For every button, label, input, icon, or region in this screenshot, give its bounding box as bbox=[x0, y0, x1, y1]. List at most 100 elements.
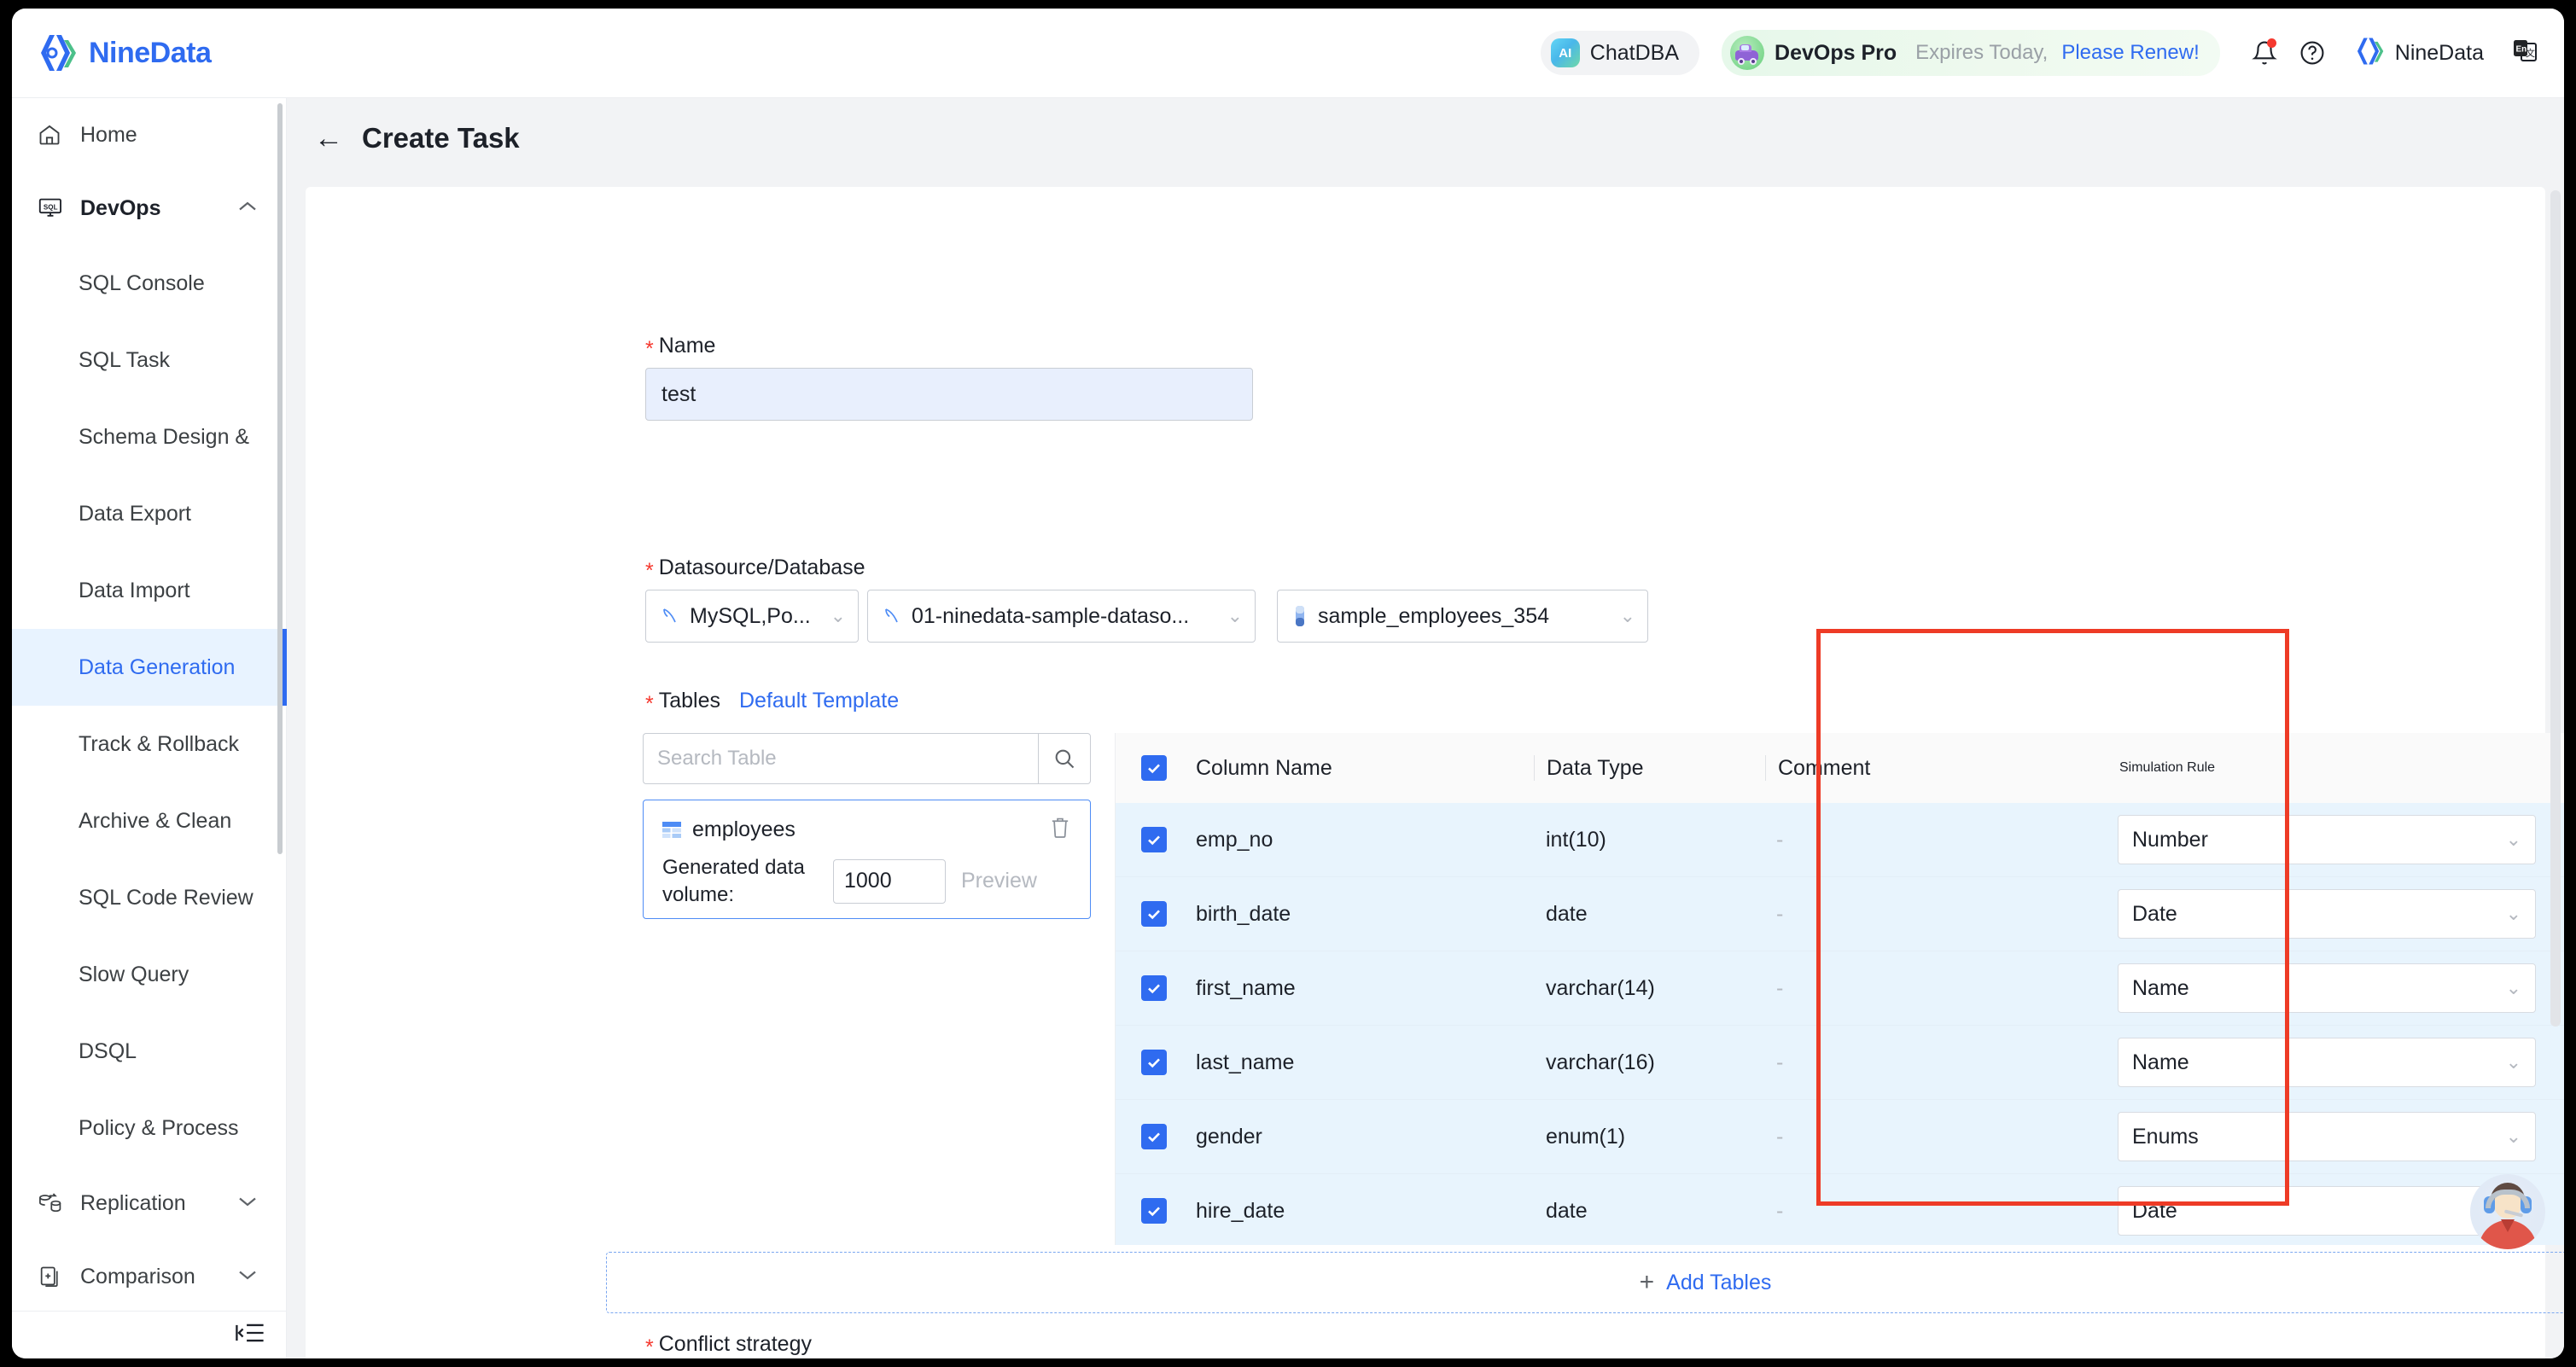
main-content: ← Create Task * Name * Datasource/Databa… bbox=[287, 98, 2564, 1358]
sql-monitor-icon: SQL bbox=[38, 196, 67, 220]
cell-data-type: enum(1) bbox=[1546, 1124, 1626, 1149]
simulation-rule-select[interactable]: Enums ⌄ bbox=[2118, 1112, 2536, 1161]
sidebar-item-data-export[interactable]: Data Export bbox=[12, 475, 287, 552]
support-avatar-button[interactable] bbox=[2470, 1174, 2545, 1249]
page-title: Create Task bbox=[362, 122, 520, 154]
brand-logo-group[interactable]: NineData bbox=[38, 32, 212, 73]
default-template-link[interactable]: Default Template bbox=[739, 689, 899, 713]
plus-icon: + bbox=[1639, 1268, 1655, 1296]
sidebar-scroll-area: Home SQL DevOps SQL Console SQL Task Sch… bbox=[12, 98, 287, 1312]
generated-volume-input[interactable] bbox=[833, 858, 946, 904]
table-row[interactable]: birth_date date - Date ⌄ 配置算法 bbox=[1116, 877, 2564, 951]
row-checkbox[interactable] bbox=[1141, 1198, 1167, 1224]
chevron-down-icon: ⌄ bbox=[2505, 903, 2521, 924]
search-table-input[interactable] bbox=[643, 733, 1038, 784]
sidebar-item-sql-task[interactable]: SQL Task bbox=[12, 322, 287, 398]
cell-data-type: varchar(14) bbox=[1546, 975, 1655, 1000]
row-checkbox[interactable] bbox=[1141, 827, 1167, 852]
delete-table-icon[interactable] bbox=[1049, 816, 1071, 844]
datasource-instance-value: 01-ninedata-sample-dataso... bbox=[912, 603, 1190, 628]
sidebar-group-devops[interactable]: SQL DevOps bbox=[12, 172, 287, 245]
select-all-checkbox[interactable] bbox=[1141, 755, 1167, 781]
back-arrow-icon[interactable]: ← bbox=[314, 124, 343, 153]
preview-link[interactable]: Preview bbox=[961, 869, 1037, 893]
devops-pro-banner[interactable]: DevOps Pro Expires Today, Please Renew! bbox=[1722, 30, 2220, 76]
renew-link[interactable]: Please Renew! bbox=[2061, 41, 2199, 65]
create-task-form-card: * Name * Datasource/Database MySQL,Po...… bbox=[306, 187, 2564, 1358]
simulation-rule-select[interactable]: Name ⌄ bbox=[2118, 1038, 2536, 1087]
database-select[interactable]: sample_employees_354 ⌄ bbox=[1277, 590, 1648, 643]
row-checkbox-cell bbox=[1116, 1198, 1192, 1224]
main-scrollbar[interactable] bbox=[2550, 190, 2562, 1358]
task-name-input[interactable] bbox=[645, 368, 1253, 421]
main-scrollbar-thumb[interactable] bbox=[2550, 190, 2561, 1027]
sidebar-item-track-rollback[interactable]: Track & Rollback bbox=[12, 706, 287, 782]
svg-text:En: En bbox=[2516, 44, 2527, 54]
datasource-label-text: Datasource/Database bbox=[658, 556, 865, 579]
cell-column-name: emp_no bbox=[1196, 827, 1273, 852]
sidebar-group-comparison[interactable]: Comparison bbox=[12, 1240, 287, 1312]
sidebar-group-replication[interactable]: Replication bbox=[12, 1166, 287, 1240]
row-checkbox-cell bbox=[1116, 975, 1192, 1001]
sidebar-item-label: SQL Task bbox=[79, 347, 170, 372]
sidebar-item-policy-process[interactable]: Policy & Process bbox=[12, 1090, 287, 1166]
user-menu[interactable]: NineData bbox=[2355, 36, 2484, 71]
cell-column-name: first_name bbox=[1196, 975, 1296, 1000]
database-type-icon bbox=[660, 606, 680, 626]
sidebar-item-slow-query[interactable]: Slow Query bbox=[12, 936, 287, 1013]
sidebar-item-label: Track & Rollback bbox=[79, 731, 240, 756]
row-checkbox[interactable] bbox=[1141, 901, 1167, 927]
chatdba-label: ChatDBA bbox=[1589, 40, 1680, 65]
sidebar-item-schema-design[interactable]: Schema Design & bbox=[12, 398, 287, 475]
add-tables-button[interactable]: + Add Tables bbox=[606, 1252, 2564, 1313]
user-avatar-icon bbox=[2355, 36, 2384, 71]
selected-table-card[interactable]: employees Generated data volume: Preview bbox=[643, 800, 1091, 919]
sidebar-item-data-generation[interactable]: Data Generation bbox=[12, 629, 287, 706]
sidebar-group-devops-label: DevOps bbox=[80, 195, 161, 220]
devops-pro-expiry: Expires Today, bbox=[1915, 41, 2049, 64]
generated-volume-label: Generated data volume: bbox=[662, 856, 805, 906]
table-row[interactable]: last_name varchar(16) - Name ⌄ 配置算法 bbox=[1116, 1026, 2564, 1100]
header-comment: Comment bbox=[1778, 755, 1871, 780]
sidebar-item-label: Archive & Clean bbox=[79, 808, 232, 833]
database-type-icon bbox=[882, 606, 902, 626]
sidebar-item-dsql[interactable]: DSQL bbox=[12, 1013, 287, 1090]
sidebar-item-data-import[interactable]: Data Import bbox=[12, 552, 287, 629]
notifications-button[interactable] bbox=[2241, 29, 2288, 77]
row-checkbox[interactable] bbox=[1141, 1050, 1167, 1075]
simulation-rule-value: Enums bbox=[2132, 1124, 2199, 1149]
table-row[interactable]: hire_date date - Date ⌄ 配置算法 bbox=[1116, 1174, 2564, 1245]
row-checkbox-cell bbox=[1116, 827, 1192, 852]
cell-simulation-rule: Enums ⌄ bbox=[2106, 1112, 2564, 1161]
sidebar-item-sql-console[interactable]: SQL Console bbox=[12, 245, 287, 322]
sidebar-item-home[interactable]: Home bbox=[12, 98, 287, 172]
chevron-down-icon: ⌄ bbox=[2505, 1051, 2521, 1073]
simulation-rule-select[interactable]: Number ⌄ bbox=[2118, 815, 2536, 864]
sidebar-item-label: DSQL bbox=[79, 1038, 137, 1063]
table-row[interactable]: emp_no int(10) - Number ⌄ 配置算法 bbox=[1116, 803, 2564, 877]
table-row[interactable]: gender enum(1) - Enums ⌄ 配置算法 bbox=[1116, 1100, 2564, 1174]
row-checkbox[interactable] bbox=[1141, 1124, 1167, 1149]
row-checkbox-cell bbox=[1116, 1050, 1192, 1075]
sidebar-item-sql-code-review[interactable]: SQL Code Review bbox=[12, 859, 287, 936]
chevron-down-icon: ⌄ bbox=[1227, 605, 1243, 626]
simulation-rule-select[interactable]: Name ⌄ bbox=[2118, 963, 2536, 1013]
sidebar-item-label: Schema Design & bbox=[79, 424, 250, 449]
chatdba-button[interactable]: AI ChatDBA bbox=[1540, 31, 1700, 75]
comparison-icon bbox=[38, 1265, 67, 1288]
collapse-sidebar-button[interactable] bbox=[236, 1322, 265, 1348]
svg-text:SQL: SQL bbox=[44, 203, 58, 211]
required-marker: * bbox=[645, 337, 654, 361]
datasource-instance-select[interactable]: 01-ninedata-sample-dataso... ⌄ bbox=[867, 590, 1256, 643]
chevron-down-icon: ⌄ bbox=[830, 605, 846, 626]
language-switcher-button[interactable]: 文 En bbox=[2509, 35, 2542, 72]
simulation-rule-select[interactable]: Date ⌄ bbox=[2118, 889, 2536, 939]
search-button[interactable] bbox=[1038, 733, 1091, 784]
sidebar-item-archive-clean[interactable]: Archive & Clean bbox=[12, 782, 287, 859]
header-simulation-rule: Simulation Rule bbox=[2119, 760, 2216, 775]
help-button[interactable] bbox=[2288, 29, 2336, 77]
row-checkbox[interactable] bbox=[1141, 975, 1167, 1001]
datasource-type-select[interactable]: MySQL,Po... ⌄ bbox=[645, 590, 859, 643]
sidebar-scrollbar[interactable] bbox=[277, 103, 283, 854]
table-row[interactable]: first_name varchar(14) - Name ⌄ 配置算法 bbox=[1116, 951, 2564, 1026]
